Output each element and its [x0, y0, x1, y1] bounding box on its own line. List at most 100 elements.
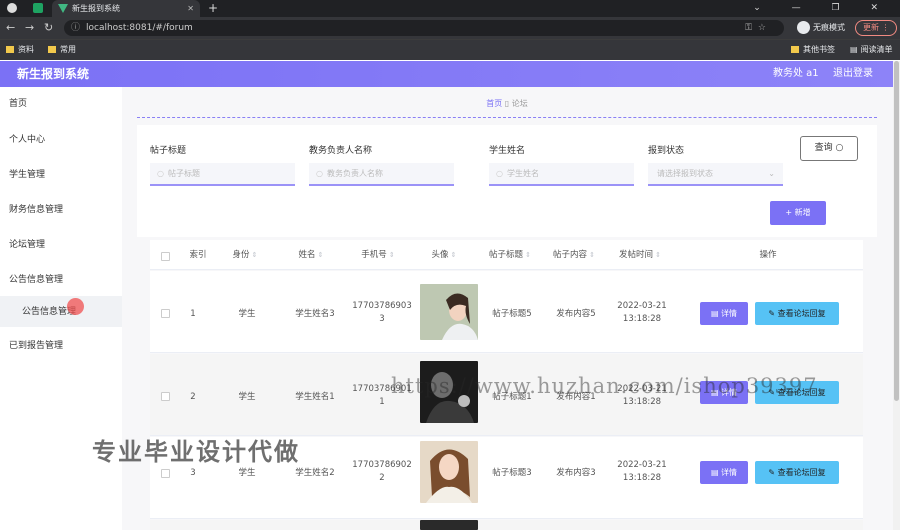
reading-list-icon: ▤	[850, 45, 858, 54]
forward-icon[interactable]: →	[25, 20, 34, 36]
avatar-girl-outdoor	[420, 284, 478, 340]
staff-name-input[interactable]: ○ 教务负责人名称	[309, 163, 454, 186]
search-icon: ○	[496, 169, 503, 178]
col-post-content[interactable]: 帖子内容 ⇕	[550, 240, 598, 270]
active-tab[interactable]: 新生报到系统 ✕	[52, 0, 200, 17]
vue-logo-icon	[58, 4, 68, 13]
student-name-input[interactable]: ○ 学生姓名	[489, 163, 634, 186]
view-replies-button[interactable]: ✎ 查看论坛回复	[755, 302, 839, 325]
detail-button[interactable]: ▤ 详情	[700, 461, 748, 484]
sidebar-item-profile[interactable]: 个人中心	[9, 130, 45, 150]
sort-icon: ⇕	[450, 251, 457, 259]
watermark-url: https://www.huzhan.com/ishop39397	[391, 374, 818, 398]
cell-phone: 17703786902 2	[352, 460, 412, 483]
table-header: 索引 身份 ⇕ 姓名 ⇕ 手机号 ⇕ 头像 ⇕ 帖子标题 ⇕ 帖子内容 ⇕ 发帖时间 ⇕ 操作	[150, 240, 863, 270]
avatar	[420, 520, 478, 530]
table-row	[150, 520, 863, 530]
detail-button[interactable]: ▤ 详情	[700, 302, 748, 325]
cell-name: 学生姓名1	[295, 392, 335, 402]
tab-close-icon[interactable]: ✕	[187, 0, 194, 17]
sidebar-item-notices[interactable]: 公告信息管理	[9, 270, 63, 290]
label-post-title: 帖子标题	[150, 146, 187, 156]
query-button[interactable]: 查询 ○	[800, 136, 858, 161]
app-title: 新生报到系统	[17, 67, 90, 81]
site-info-icon[interactable]: ⓘ	[71, 20, 80, 36]
bookmark-folder-1[interactable]: 资料	[6, 44, 34, 56]
cell-name: 学生姓名3	[295, 309, 335, 319]
breadcrumb: 首页 ▯ 论坛	[137, 96, 877, 118]
search-icon: ○	[835, 143, 844, 153]
sidebar-item-finance[interactable]: 财务信息管理	[9, 200, 63, 220]
sidebar-item-students[interactable]: 学生管理	[9, 165, 45, 185]
logout-button[interactable]: 退出登录	[833, 61, 873, 87]
label-report-status: 报到状态	[648, 146, 685, 156]
current-user: 教务处 a1	[773, 68, 819, 79]
reading-list[interactable]: ▤ 阅读清单	[850, 44, 893, 56]
bookmarks-bar: 资料 常用 其他书签 ▤ 阅读清单	[0, 39, 900, 60]
avatar	[420, 284, 478, 340]
sort-icon: ⇕	[317, 251, 324, 259]
add-button[interactable]: + 新增	[770, 201, 826, 225]
sidebar-subitem-notices[interactable]: 公告信息管理	[0, 296, 122, 327]
cell-phone: 17703786903 3	[352, 301, 412, 324]
folder-icon	[48, 46, 56, 53]
browser-toolbar: ← → ↻ ⓘ localhost:8081/#/forum ⚿☆ 无痕模式 更…	[0, 17, 900, 39]
incognito-icon	[797, 21, 810, 34]
col-phone[interactable]: 手机号 ⇕	[358, 240, 398, 270]
browser-tab-strip: 新生报到系统 ✕ + ⌄ — ❐ ✕	[0, 0, 900, 17]
bookmark-folder-2[interactable]: 常用	[48, 44, 76, 56]
sort-icon: ⇕	[251, 251, 258, 259]
doc-icon: ▤	[710, 309, 722, 318]
cell-role: 学生	[238, 468, 256, 478]
row-checkbox[interactable]	[161, 309, 170, 318]
col-post-time[interactable]: 发帖时间 ⇕	[616, 240, 664, 270]
window-controls[interactable]: ⌄ — ❐ ✕	[753, 0, 892, 16]
cell-role: 学生	[238, 309, 256, 319]
col-role[interactable]: 身份 ⇕	[230, 240, 260, 270]
cell-post-time: 2022-03-21 13:18:28	[617, 301, 667, 324]
sidebar-item-home[interactable]: 首页	[9, 94, 27, 114]
browser-window: 新生报到系统 ✕ + ⌄ — ❐ ✕ ← → ↻ ⓘ localhost:808…	[0, 0, 900, 530]
doc-icon: ▤	[710, 468, 722, 477]
post-title-input[interactable]: ○ 帖子标题	[150, 163, 295, 186]
active-tab-title: 新生报到系统	[72, 4, 120, 13]
mouse-cursor-indicator	[67, 298, 84, 315]
url-text: localhost:8081/#/forum	[86, 23, 193, 33]
sort-icon: ⇕	[655, 251, 661, 259]
update-button[interactable]: 更新 ⋮	[855, 20, 897, 36]
scroll-thumb[interactable]	[894, 61, 899, 401]
folder-icon	[6, 46, 14, 53]
report-status-select[interactable]: 请选择报到状态 ⌄	[648, 163, 783, 186]
col-post-title[interactable]: 帖子标题 ⇕	[486, 240, 534, 270]
address-bar[interactable]: ⓘ localhost:8081/#/forum ⚿☆	[64, 20, 784, 36]
sort-icon: ⇕	[589, 251, 595, 259]
app-header: 新生报到系统 教务处 a1 退出登录	[0, 61, 893, 87]
col-name[interactable]: 姓名 ⇕	[296, 240, 326, 270]
page-scrollbar[interactable]	[893, 61, 900, 530]
key-star-icons[interactable]: ⚿☆	[745, 20, 772, 36]
select-all-checkbox[interactable]	[161, 252, 170, 261]
breadcrumb-separator-icon: ▯	[504, 99, 512, 108]
pinned-tab-icon[interactable]	[33, 3, 43, 13]
reload-icon[interactable]: ↻	[44, 20, 53, 36]
row-checkbox[interactable]	[161, 392, 170, 401]
incognito-indicator[interactable]: 无痕模式	[797, 21, 845, 35]
plus-icon: +	[785, 208, 795, 217]
view-replies-button[interactable]: ✎ 查看论坛回复	[755, 461, 839, 484]
breadcrumb-home[interactable]: 首页	[486, 99, 502, 108]
cell-index: 1	[190, 309, 196, 319]
back-icon[interactable]: ←	[6, 20, 15, 36]
col-avatar[interactable]: 头像 ⇕	[426, 240, 462, 270]
label-student-name: 学生姓名	[489, 146, 526, 156]
row-checkbox[interactable]	[161, 469, 170, 478]
edit-icon: ✎	[768, 309, 778, 318]
folder-icon	[791, 46, 799, 53]
new-tab-icon[interactable]: +	[208, 0, 218, 16]
sidebar-item-reported[interactable]: 已到报告管理	[9, 336, 63, 356]
cell-post-content: 发布内容3	[556, 468, 596, 478]
sidebar-item-forum[interactable]: 论坛管理	[9, 235, 45, 255]
browser-menu-icon[interactable]	[7, 3, 17, 13]
other-bookmarks[interactable]: 其他书签	[791, 44, 835, 56]
sort-icon: ⇕	[525, 251, 531, 259]
table-row: 1 学生 学生姓名3 17703786903 3 帖子标题5 发布内容5 2022…	[150, 271, 863, 353]
